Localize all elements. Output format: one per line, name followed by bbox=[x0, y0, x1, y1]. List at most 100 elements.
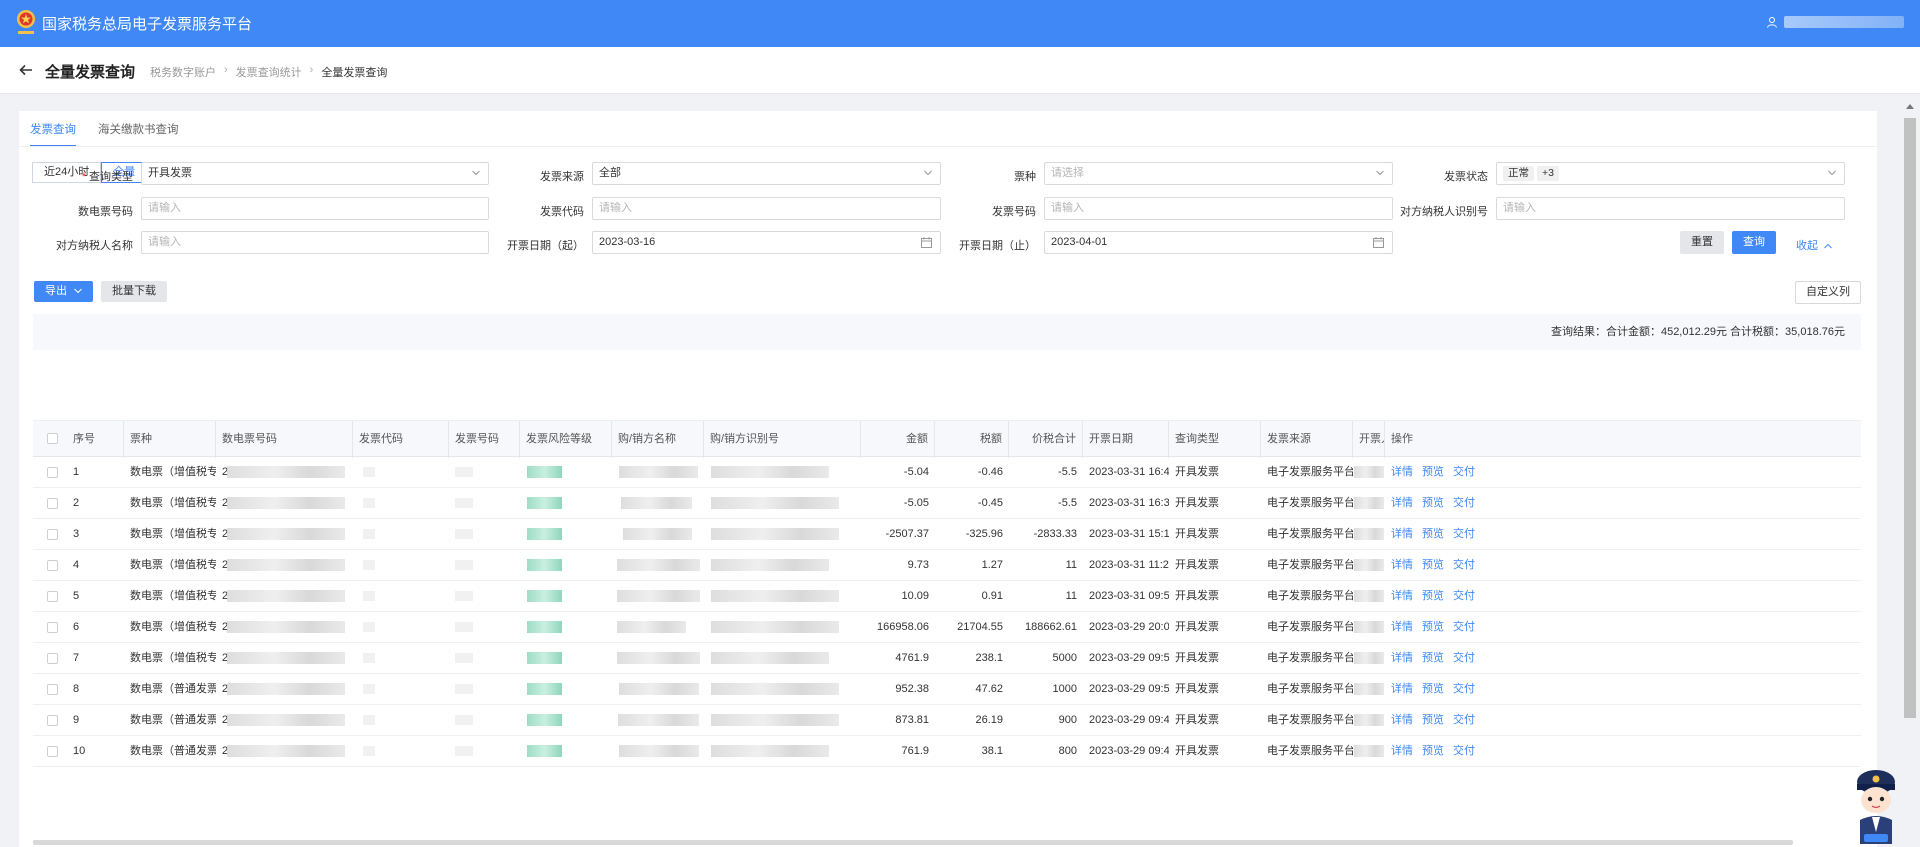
cell-kind: 数电票（增值税专... bbox=[130, 590, 216, 602]
detail-link[interactable]: 详情 bbox=[1391, 736, 1413, 766]
table-row[interactable]: 2数电票（增值税专...2-5.05-0.45-5.52023-03-31 16… bbox=[33, 488, 1861, 519]
preview-link[interactable]: 预览 bbox=[1422, 643, 1444, 673]
query-button[interactable]: 查询 bbox=[1732, 231, 1776, 254]
table-row[interactable]: 1数电票（增值税专...2-5.04-0.46-5.52023-03-31 16… bbox=[33, 457, 1861, 488]
detail-link[interactable]: 详情 bbox=[1391, 674, 1413, 704]
deliver-link[interactable]: 交付 bbox=[1453, 643, 1475, 673]
date-from-picker[interactable]: 2023-03-16 bbox=[592, 231, 941, 254]
row-checkbox[interactable] bbox=[47, 622, 58, 633]
deliver-link[interactable]: 交付 bbox=[1453, 550, 1475, 580]
table-row[interactable]: 8数电票（普通发票）2952.3847.6210002023-03-29 09:… bbox=[33, 674, 1861, 705]
scroll-up-arrow-icon[interactable] bbox=[1905, 102, 1915, 110]
detail-link[interactable]: 详情 bbox=[1391, 581, 1413, 611]
row-checkbox[interactable] bbox=[47, 684, 58, 695]
cell-digital-no-redacted bbox=[227, 652, 345, 664]
tab-customs-query[interactable]: 海关缴款书查询 bbox=[98, 121, 179, 147]
deliver-link[interactable]: 交付 bbox=[1453, 705, 1475, 735]
mascot-icon[interactable] bbox=[1848, 762, 1904, 844]
deliver-link[interactable]: 交付 bbox=[1453, 736, 1475, 766]
cell-date: 2023-03-29 09:4... bbox=[1089, 714, 1169, 726]
preview-link[interactable]: 预览 bbox=[1422, 581, 1444, 611]
detail-link[interactable]: 详情 bbox=[1391, 488, 1413, 518]
vertical-scrollbar-thumb[interactable] bbox=[1904, 118, 1916, 718]
batch-download-button[interactable]: 批量下载 bbox=[101, 281, 167, 302]
invoice-code-label: 发票代码 bbox=[540, 206, 584, 218]
cell-digital-no-redacted bbox=[227, 745, 345, 757]
row-checkbox[interactable] bbox=[47, 498, 58, 509]
cell-party-name-redacted bbox=[619, 466, 698, 478]
cell-seq: 3 bbox=[73, 528, 80, 540]
preview-link[interactable]: 预览 bbox=[1422, 705, 1444, 735]
deliver-link[interactable]: 交付 bbox=[1453, 457, 1475, 487]
cell-tax: 47.62 bbox=[975, 683, 1003, 695]
digital-no-label: 数电票号码 bbox=[78, 206, 133, 218]
deliver-link[interactable]: 交付 bbox=[1453, 674, 1475, 704]
counterparty-name-input[interactable]: 请输入 bbox=[141, 231, 489, 254]
table-row[interactable]: 7数电票（增值税专...24761.9238.150002023-03-29 0… bbox=[33, 643, 1861, 674]
table-row[interactable]: 3数电票（增值税专...2-2507.37-325.96-2833.332023… bbox=[33, 519, 1861, 550]
ticket-kind-select[interactable]: 请选择 bbox=[1044, 162, 1393, 185]
row-checkbox[interactable] bbox=[47, 591, 58, 602]
breadcrumb-item-1[interactable]: 税务数字账户 bbox=[150, 64, 216, 80]
cell-kind: 数电票（增值税专... bbox=[130, 621, 216, 633]
custom-columns-button[interactable]: 自定义列 bbox=[1795, 281, 1861, 304]
cell-code-redacted bbox=[363, 560, 375, 570]
tab-invoice-query[interactable]: 发票查询 bbox=[30, 121, 76, 147]
cell-query-type: 开具发票 bbox=[1175, 528, 1219, 540]
cell-code-redacted bbox=[363, 746, 375, 756]
date-to-picker[interactable]: 2023-04-01 bbox=[1044, 231, 1393, 254]
table-row[interactable]: 10数电票（普通发票）2761.938.18002023-03-29 09:4.… bbox=[33, 736, 1861, 767]
row-checkbox[interactable] bbox=[47, 746, 58, 757]
query-type-select[interactable]: 开具发票 bbox=[141, 162, 489, 185]
status-select[interactable]: 正常 +3 bbox=[1496, 162, 1845, 185]
reset-button[interactable]: 重置 bbox=[1680, 231, 1724, 254]
deliver-link[interactable]: 交付 bbox=[1453, 488, 1475, 518]
detail-link[interactable]: 详情 bbox=[1391, 519, 1413, 549]
detail-link[interactable]: 详情 bbox=[1391, 705, 1413, 735]
preview-link[interactable]: 预览 bbox=[1422, 488, 1444, 518]
preview-link[interactable]: 预览 bbox=[1422, 519, 1444, 549]
cell-seq: 5 bbox=[73, 590, 80, 602]
col-amount: 金额 bbox=[861, 421, 935, 458]
tax-emblem-icon bbox=[17, 10, 35, 34]
back-arrow-icon[interactable] bbox=[18, 62, 34, 78]
row-checkbox[interactable] bbox=[47, 715, 58, 726]
cell-number-redacted bbox=[455, 591, 473, 601]
source-select[interactable]: 全部 bbox=[592, 162, 941, 185]
invoice-no-input[interactable]: 请输入 bbox=[1044, 197, 1393, 220]
preview-link[interactable]: 预览 bbox=[1422, 457, 1444, 487]
cell-kind: 数电票（普通发票） bbox=[130, 714, 216, 726]
cell-tax: 21704.55 bbox=[957, 621, 1003, 633]
user-menu[interactable] bbox=[1766, 16, 1904, 28]
row-checkbox[interactable] bbox=[47, 467, 58, 478]
row-checkbox[interactable] bbox=[47, 653, 58, 664]
cell-party-name-redacted bbox=[621, 497, 692, 509]
horizontal-scrollbar[interactable] bbox=[33, 840, 1793, 845]
preview-link[interactable]: 预览 bbox=[1422, 550, 1444, 580]
cell-date: 2023-03-31 09:5... bbox=[1089, 590, 1169, 602]
export-button[interactable]: 导出 bbox=[34, 281, 94, 302]
row-checkbox[interactable] bbox=[47, 560, 58, 571]
counterparty-id-input[interactable]: 请输入 bbox=[1496, 197, 1845, 220]
digital-no-input[interactable]: 请输入 bbox=[141, 197, 489, 220]
table-row[interactable]: 9数电票（普通发票）2873.8126.199002023-03-29 09:4… bbox=[33, 705, 1861, 736]
detail-link[interactable]: 详情 bbox=[1391, 643, 1413, 673]
detail-link[interactable]: 详情 bbox=[1391, 612, 1413, 642]
detail-link[interactable]: 详情 bbox=[1391, 550, 1413, 580]
table-row[interactable]: 4数电票（增值税专...29.731.27112023-03-31 11:2..… bbox=[33, 550, 1861, 581]
table-row[interactable]: 5数电票（增值税专...210.090.91112023-03-31 09:5.… bbox=[33, 581, 1861, 612]
invoice-code-input[interactable]: 请输入 bbox=[592, 197, 941, 220]
collapse-link[interactable]: 收起 bbox=[1796, 237, 1832, 253]
deliver-link[interactable]: 交付 bbox=[1453, 581, 1475, 611]
preview-link[interactable]: 预览 bbox=[1422, 612, 1444, 642]
row-checkbox[interactable] bbox=[47, 529, 58, 540]
deliver-link[interactable]: 交付 bbox=[1453, 612, 1475, 642]
deliver-link[interactable]: 交付 bbox=[1453, 519, 1475, 549]
breadcrumb-item-2[interactable]: 发票查询统计 bbox=[236, 64, 302, 80]
preview-link[interactable]: 预览 bbox=[1422, 736, 1444, 766]
detail-link[interactable]: 详情 bbox=[1391, 457, 1413, 487]
cell-risk-redacted bbox=[527, 559, 562, 571]
table-row[interactable]: 6数电票（增值税专...2166958.0621704.55188662.612… bbox=[33, 612, 1861, 643]
select-all-checkbox[interactable] bbox=[47, 433, 58, 444]
preview-link[interactable]: 预览 bbox=[1422, 674, 1444, 704]
